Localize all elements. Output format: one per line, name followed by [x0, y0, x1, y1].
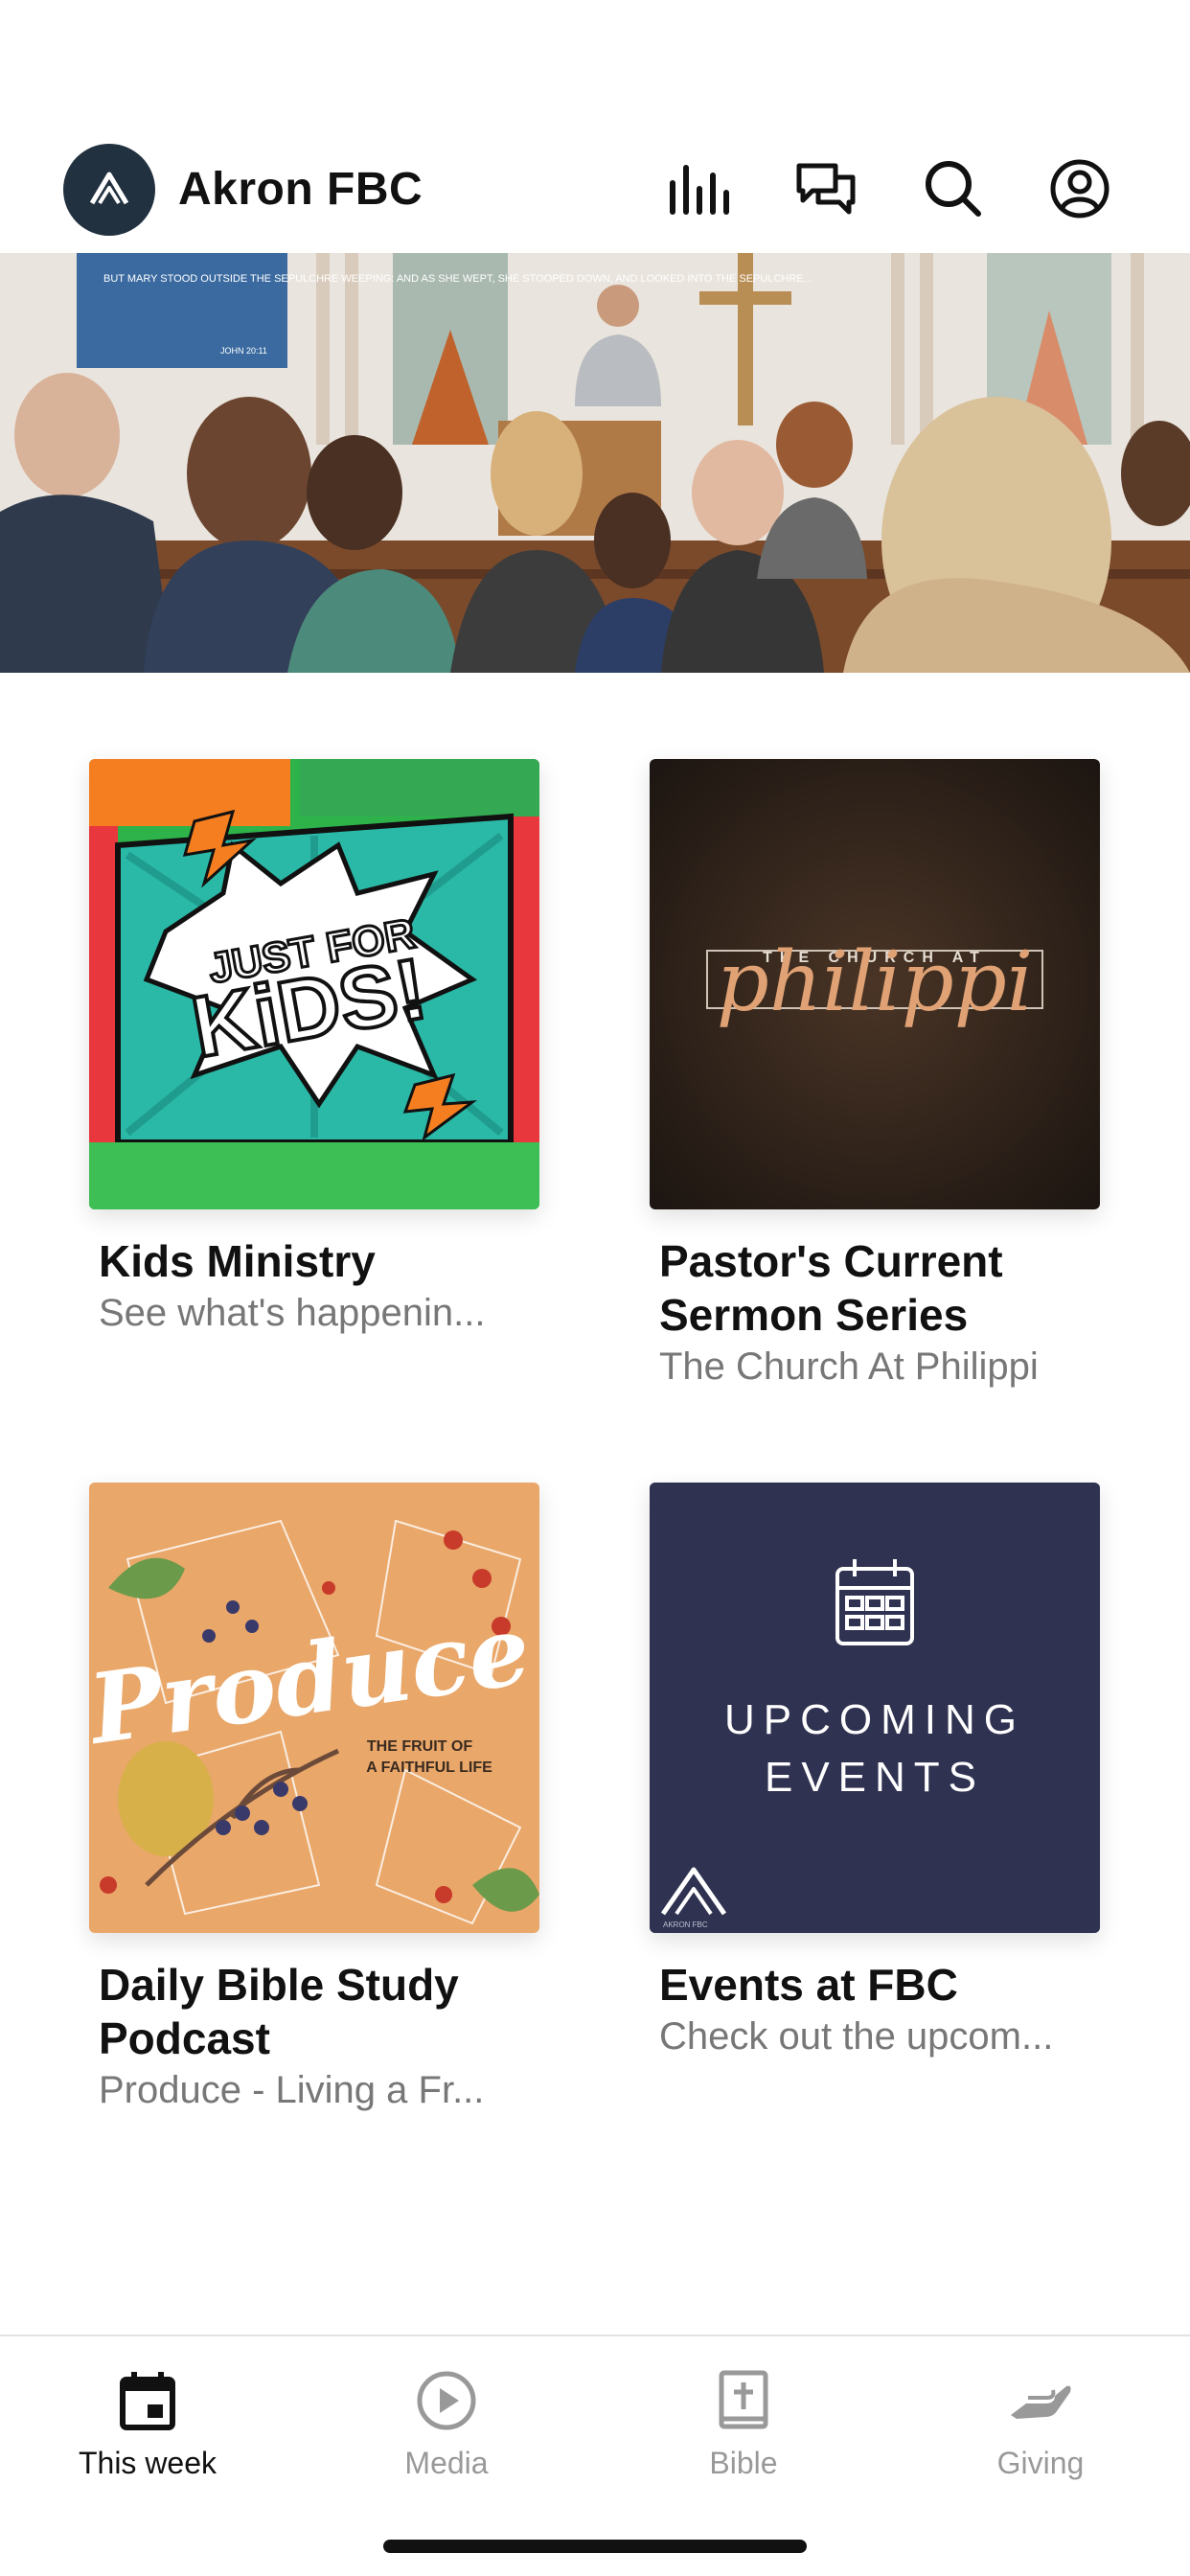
events-art-line2: EVENTS	[765, 1754, 985, 1801]
events-art-line1: UPCOMING	[724, 1696, 1025, 1743]
tab-giving[interactable]: Giving	[935, 2358, 1146, 2481]
home-indicator[interactable]	[383, 2540, 807, 2553]
philippi-artwork: THE CHURCH AT philippi	[650, 759, 1100, 1209]
card-subtitle: See what's happenin...	[99, 1292, 486, 1334]
equalizer-icon	[670, 165, 729, 215]
card-title: Events at FBC	[659, 1960, 958, 2010]
card-title: Kids Ministry	[99, 1236, 376, 1286]
bible-icon	[719, 2370, 768, 2429]
card-bible-podcast[interactable]: Produce THE FRUIT OF A FAITHFUL LIFE Dai…	[89, 1483, 539, 2115]
search-icon	[926, 161, 981, 217]
kids-ministry-artwork: JUST FOR KiDS!	[89, 759, 539, 1209]
app-title: Akron FBC	[178, 164, 423, 215]
events-artwork: UPCOMING EVENTS AKRON FBC	[650, 1483, 1100, 1933]
card-subtitle: Check out the upcom...	[659, 2015, 1054, 2058]
kids-art: JUST FOR KiDS!	[89, 759, 539, 1209]
giving-icon	[1011, 2385, 1071, 2419]
messages-button[interactable]	[793, 155, 860, 222]
card-subtitle: Produce - Living a Fr...	[99, 2069, 485, 2111]
card-events[interactable]: UPCOMING EVENTS AKRON FBC Events at FBC …	[650, 1483, 1100, 2061]
profile-button[interactable]	[1046, 155, 1113, 222]
tab-label: Bible	[709, 2446, 778, 2480]
play-icon	[417, 2371, 476, 2430]
tab-bible[interactable]: Bible	[638, 2358, 849, 2481]
card-title: Pastor's Current Sermon Series	[659, 1236, 1003, 1340]
produce-art: Produce THE FRUIT OF A FAITHFUL LIFE	[89, 1483, 539, 1933]
chat-icon	[796, 163, 856, 215]
events-art: UPCOMING EVENTS AKRON FBC	[650, 1483, 1100, 1933]
search-button[interactable]	[920, 155, 987, 222]
produce-artwork: Produce THE FRUIT OF A FAITHFUL LIFE	[89, 1483, 539, 1933]
tab-label: This week	[78, 2446, 217, 2480]
tab-this-week[interactable]: This week	[42, 2358, 253, 2481]
card-subtitle: The Church At Philippi	[659, 1346, 1039, 1388]
produce-art-tag2: A FAITHFUL LIFE	[366, 1760, 492, 1776]
tab-label: Media	[404, 2446, 489, 2480]
logo-mark-icon	[89, 172, 129, 205]
hero-illustration: BUT MARY STOOD OUTSIDE THE SEPULCHRE WEE…	[0, 253, 1190, 673]
calendar-icon	[120, 2372, 175, 2430]
hero-church-photo: BUT MARY STOOD OUTSIDE THE SEPULCHRE WEE…	[0, 253, 1190, 673]
philippi-art-main: philippi	[717, 934, 1034, 1030]
events-art-brand: AKRON FBC	[663, 1920, 708, 1929]
philippi-art: THE CHURCH AT philippi	[650, 759, 1100, 1209]
card-sermon-series[interactable]: THE CHURCH AT philippi Pastor's Current …	[650, 759, 1100, 1392]
card-kids-ministry[interactable]: JUST FOR KiDS! Kids Ministry See what's …	[89, 759, 539, 1338]
church-logo[interactable]	[63, 144, 155, 236]
hero-screen-ref: JOHN 20:11	[220, 346, 267, 356]
tab-media[interactable]: Media	[341, 2358, 552, 2481]
app-header: Akron FBC	[0, 134, 1190, 253]
produce-art-tag1: THE FRUIT OF	[367, 1738, 472, 1755]
card-title: Daily Bible Study Podcast	[99, 1960, 459, 2063]
profile-icon	[1050, 159, 1110, 218]
hero-screen-text: BUT MARY STOOD OUTSIDE THE SEPULCHRE WEE…	[103, 273, 812, 285]
tab-label: Giving	[996, 2446, 1085, 2480]
equalizer-button[interactable]	[667, 155, 734, 222]
